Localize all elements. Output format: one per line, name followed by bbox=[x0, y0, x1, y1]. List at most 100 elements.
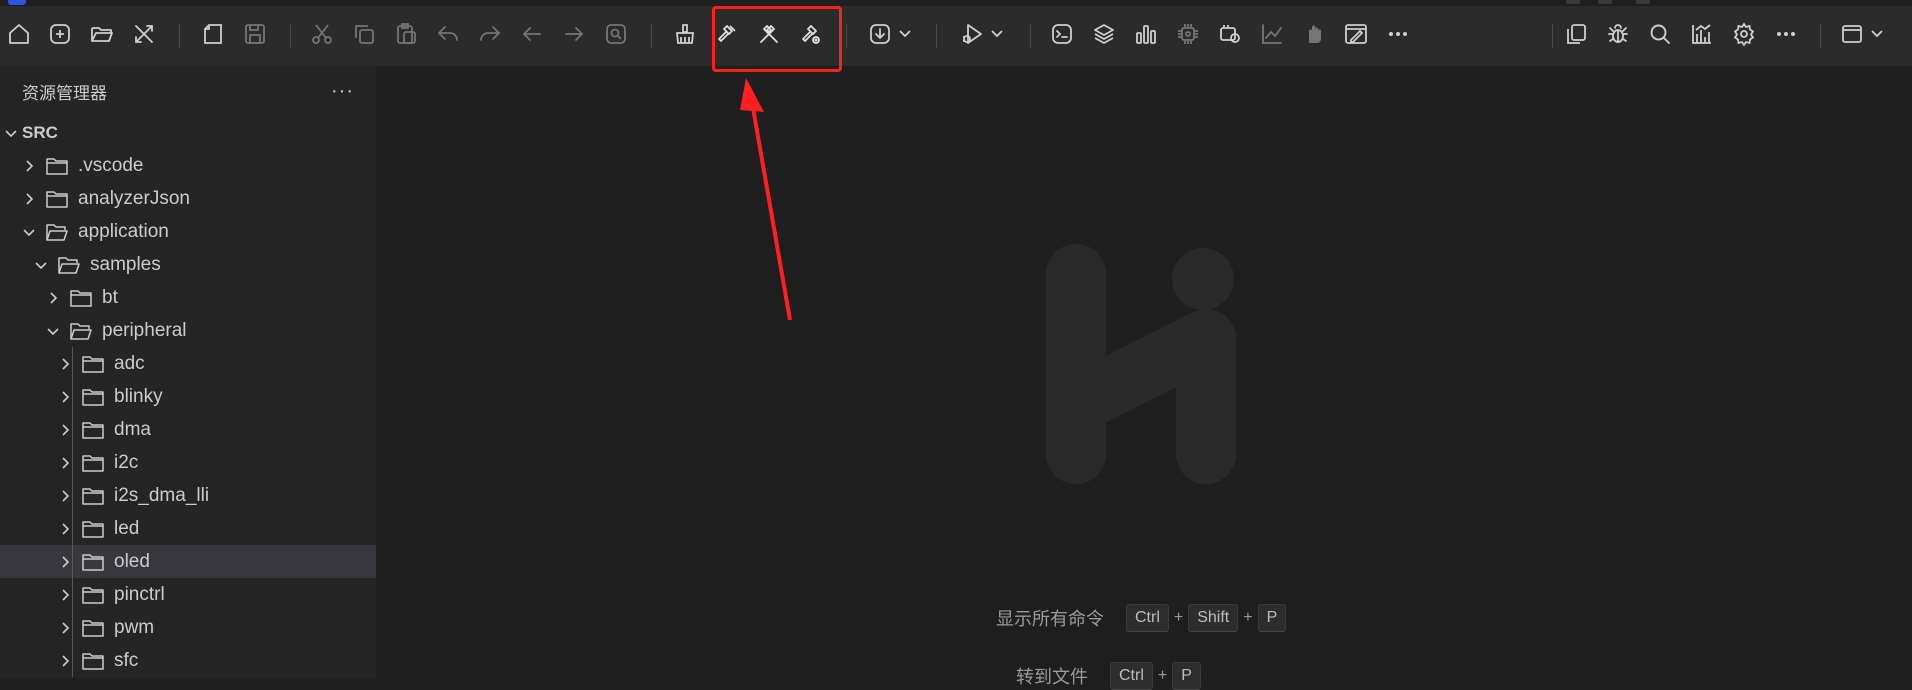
explorer-header: 资源管理器 ··· bbox=[0, 66, 376, 116]
tree-item[interactable]: blinky bbox=[0, 380, 376, 413]
chevron-down-icon[interactable] bbox=[42, 320, 64, 342]
find-button[interactable] bbox=[599, 17, 633, 51]
explorer-more-button[interactable]: ··· bbox=[331, 80, 354, 103]
terminal-button[interactable] bbox=[1045, 17, 1079, 51]
tree-item[interactable]: led bbox=[0, 512, 376, 545]
rebuild-button[interactable] bbox=[752, 17, 786, 51]
close-icon[interactable] bbox=[1636, 0, 1650, 4]
chevron-down-icon[interactable] bbox=[30, 254, 52, 276]
window-edit-button[interactable] bbox=[1339, 17, 1373, 51]
clean-button[interactable] bbox=[668, 17, 702, 51]
chip-button[interactable] bbox=[1171, 17, 1205, 51]
tree-item[interactable]: bt bbox=[0, 281, 376, 314]
bug-icon bbox=[1608, 24, 1628, 43]
home-icon bbox=[9, 24, 29, 44]
layout-dropdown[interactable] bbox=[1834, 17, 1890, 51]
layout-icon bbox=[1842, 25, 1862, 43]
chevron-right-icon[interactable] bbox=[18, 188, 40, 210]
tree-item[interactable]: i2c bbox=[0, 446, 376, 479]
tree-item[interactable]: adc bbox=[0, 347, 376, 380]
more-right-button[interactable] bbox=[1769, 17, 1803, 51]
search-icon bbox=[1650, 24, 1670, 44]
debug-run-dropdown[interactable] bbox=[954, 17, 1010, 51]
minimize-icon[interactable] bbox=[1566, 0, 1580, 4]
tree-root[interactable]: SRC bbox=[0, 116, 376, 149]
cut-button[interactable] bbox=[305, 17, 339, 51]
cut-icon bbox=[312, 24, 332, 44]
debug-run-icon bbox=[963, 24, 982, 44]
key-cap: P bbox=[1257, 604, 1287, 632]
tree-item[interactable]: i2s_dma_lli bbox=[0, 479, 376, 512]
tree-item[interactable]: sfc bbox=[0, 644, 376, 677]
tree-item[interactable]: peripheral bbox=[0, 314, 376, 347]
chevron-down-icon[interactable] bbox=[0, 122, 22, 144]
search-button[interactable] bbox=[1643, 17, 1677, 51]
terminal-icon bbox=[1052, 24, 1072, 44]
build-file-button[interactable] bbox=[794, 17, 828, 51]
build-file-icon bbox=[802, 25, 820, 44]
debug-button[interactable] bbox=[1601, 17, 1635, 51]
maximize-icon[interactable] bbox=[1598, 0, 1612, 4]
home-button[interactable] bbox=[2, 17, 36, 51]
tree-item[interactable]: dma bbox=[0, 413, 376, 446]
chart-bars-button[interactable] bbox=[1129, 17, 1163, 51]
toolbar-separator bbox=[651, 24, 652, 48]
tree-item[interactable]: pwm bbox=[0, 611, 376, 644]
toolbar-separator bbox=[846, 24, 847, 48]
tree-item-label: pwm bbox=[114, 616, 155, 638]
tree-item-label: bt bbox=[102, 286, 118, 308]
chevron-right-icon[interactable] bbox=[42, 287, 64, 309]
indent-guide bbox=[72, 347, 73, 380]
more-tools-button[interactable] bbox=[1381, 17, 1415, 51]
tools-button[interactable] bbox=[127, 17, 161, 51]
layers-button[interactable] bbox=[1087, 17, 1121, 51]
download-icon bbox=[870, 24, 890, 44]
new-document-button[interactable] bbox=[196, 17, 230, 51]
line-chart-button[interactable] bbox=[1255, 17, 1289, 51]
tree-item[interactable]: samples bbox=[0, 248, 376, 281]
save-button[interactable] bbox=[238, 17, 272, 51]
copy-pages-button[interactable] bbox=[1559, 17, 1593, 51]
indent-guide bbox=[72, 479, 73, 512]
folder-open-icon bbox=[58, 254, 82, 276]
chevron-right-icon[interactable] bbox=[18, 155, 40, 177]
folder-icon bbox=[82, 650, 106, 672]
redo-button[interactable] bbox=[473, 17, 507, 51]
back-button[interactable] bbox=[515, 17, 549, 51]
more-icon bbox=[1777, 32, 1795, 36]
hand-button[interactable] bbox=[1297, 17, 1331, 51]
undo-icon bbox=[437, 26, 458, 41]
tree-item[interactable]: oled bbox=[0, 545, 376, 578]
forward-icon bbox=[565, 27, 584, 41]
copy-button[interactable] bbox=[347, 17, 381, 51]
settings-button[interactable] bbox=[1727, 17, 1761, 51]
tree-item-label: application bbox=[78, 220, 169, 242]
undo-button[interactable] bbox=[431, 17, 465, 51]
forward-button[interactable] bbox=[557, 17, 591, 51]
open-folder-button[interactable] bbox=[85, 17, 119, 51]
folder-open-icon bbox=[70, 320, 94, 342]
stats-button[interactable] bbox=[1685, 17, 1719, 51]
indent-guide bbox=[72, 413, 73, 446]
new-file-icon bbox=[50, 24, 70, 44]
open-folder-icon bbox=[91, 27, 113, 42]
tree-item[interactable]: .vscode bbox=[0, 149, 376, 182]
tree-item[interactable]: analyzerJson bbox=[0, 182, 376, 215]
folder-open-icon bbox=[46, 221, 70, 243]
tree-item[interactable]: pinctrl bbox=[0, 578, 376, 611]
chevron-down-icon[interactable] bbox=[18, 221, 40, 243]
tree-item-label: adc bbox=[114, 352, 145, 374]
folder-icon bbox=[82, 419, 106, 441]
download-dropdown[interactable] bbox=[862, 17, 918, 51]
copy-icon bbox=[355, 25, 374, 44]
find-icon bbox=[606, 24, 626, 44]
paste-button[interactable] bbox=[389, 17, 423, 51]
settings-chip-button[interactable] bbox=[1213, 17, 1247, 51]
editor-area: 显示所有命令 Ctrl + Shift + P 转到文件 Ctrl + P bbox=[376, 66, 1912, 690]
build-button[interactable] bbox=[710, 17, 744, 51]
tree-item[interactable]: application bbox=[0, 215, 376, 248]
app-icon bbox=[8, 0, 26, 5]
new-file-button[interactable] bbox=[43, 17, 77, 51]
indent-guide bbox=[72, 512, 73, 545]
window-edit-icon bbox=[1345, 24, 1367, 44]
